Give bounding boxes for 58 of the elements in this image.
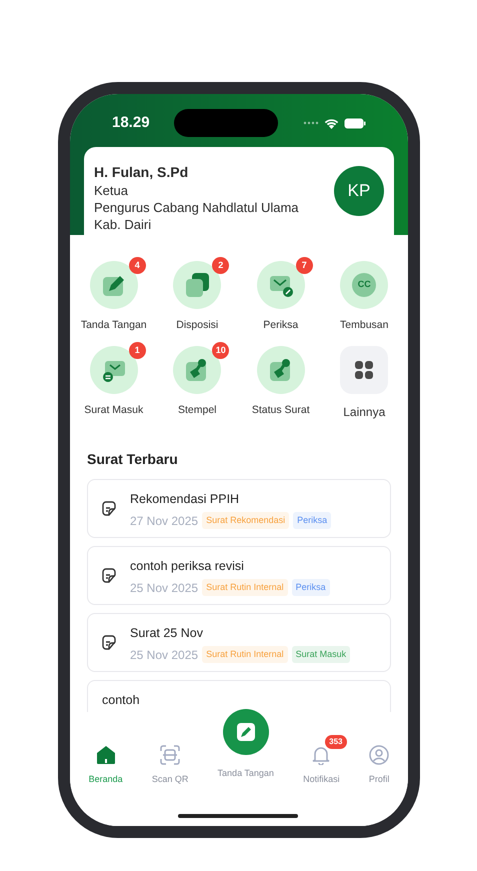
menu-label: Stempel (178, 402, 217, 418)
menu-label: Disposisi (176, 318, 218, 333)
menu-label: Tembusan (340, 318, 388, 333)
menu-label: Lainnya (343, 404, 386, 421)
menu-item[interactable]: Lainnya (322, 346, 406, 421)
grid-icon (354, 360, 374, 380)
user-role: Ketua (94, 182, 129, 199)
letter-date: 27 Nov 2025 (130, 512, 198, 530)
letter-title: Rekomendasi PPIH (130, 490, 240, 508)
document-icon (102, 500, 116, 516)
letter-title: contoh (102, 692, 140, 709)
category-tag: Surat Masuk (292, 646, 350, 664)
menu-item[interactable]: Status Surat (239, 346, 322, 421)
scan-icon (160, 745, 180, 765)
letter-card[interactable]: contoh periksa revisi 25 Nov 2025 Surat Rutin Internal Periksa (87, 546, 391, 605)
count-badge: 10 (212, 342, 230, 359)
document-icon (102, 568, 116, 583)
signal-icon (302, 121, 319, 125)
section-title: Surat Terbaru (87, 450, 179, 469)
wifi-icon (324, 118, 339, 128)
menu-label: Surat Masuk (84, 402, 144, 418)
letter-card[interactable]: contoh (87, 680, 391, 712)
category-tag: Periksa (293, 512, 332, 530)
user-name: H. Fulan, S.Pd (94, 163, 190, 182)
status-time: 18.29 (112, 112, 150, 133)
menu-label: Status Surat (252, 402, 310, 418)
organization-name: Pengurus Cabang Nahdlatul Ulama (94, 199, 299, 216)
category-tag: Surat Rutin Internal (202, 578, 288, 596)
category-tag: Periksa (292, 578, 330, 596)
avatar[interactable]: KP (334, 166, 384, 216)
category-tag: Surat Rutin Internal (202, 646, 288, 664)
sign-fab[interactable] (222, 709, 269, 755)
letter-card[interactable]: Surat 25 Nov 25 Nov 2025 Surat Rutin Internal Surat Masuk (87, 612, 391, 672)
count-badge: 7 (296, 257, 313, 274)
notification-badge: 353 (325, 735, 346, 749)
home-icon (96, 745, 116, 765)
menu-label: Tanda Tangan (80, 318, 147, 333)
document-icon (102, 634, 116, 650)
count-badge: 4 (128, 257, 146, 274)
nav-tab[interactable]: Beranda (88, 745, 123, 786)
menu-item[interactable]: CC Tembusan (322, 261, 406, 334)
profile-icon (369, 745, 390, 765)
letter-title: Surat 25 Nov (130, 624, 204, 642)
pen-icon (236, 722, 256, 742)
letter-date: 25 Nov 2025 (130, 646, 198, 664)
documents-icon (184, 272, 210, 298)
letter-title: contoh periksa revisi (130, 558, 245, 575)
count-badge: 1 (128, 342, 146, 359)
menu-label: Periksa (263, 318, 298, 333)
region-name: Kab. Dairi (94, 216, 152, 233)
letter-card[interactable]: Rekomendasi PPIH 27 Nov 2025 Surat Rekomendasi Periksa (87, 478, 391, 538)
category-tag: Surat Rekomendasi (202, 512, 290, 530)
battery-icon (344, 118, 366, 128)
letter-date: 25 Nov 2025 (130, 580, 198, 596)
bell-icon (311, 745, 332, 765)
cc-icon: CC (352, 273, 376, 297)
nav-label: Tanda Tangan (218, 767, 274, 780)
count-badge: 2 (212, 257, 230, 274)
